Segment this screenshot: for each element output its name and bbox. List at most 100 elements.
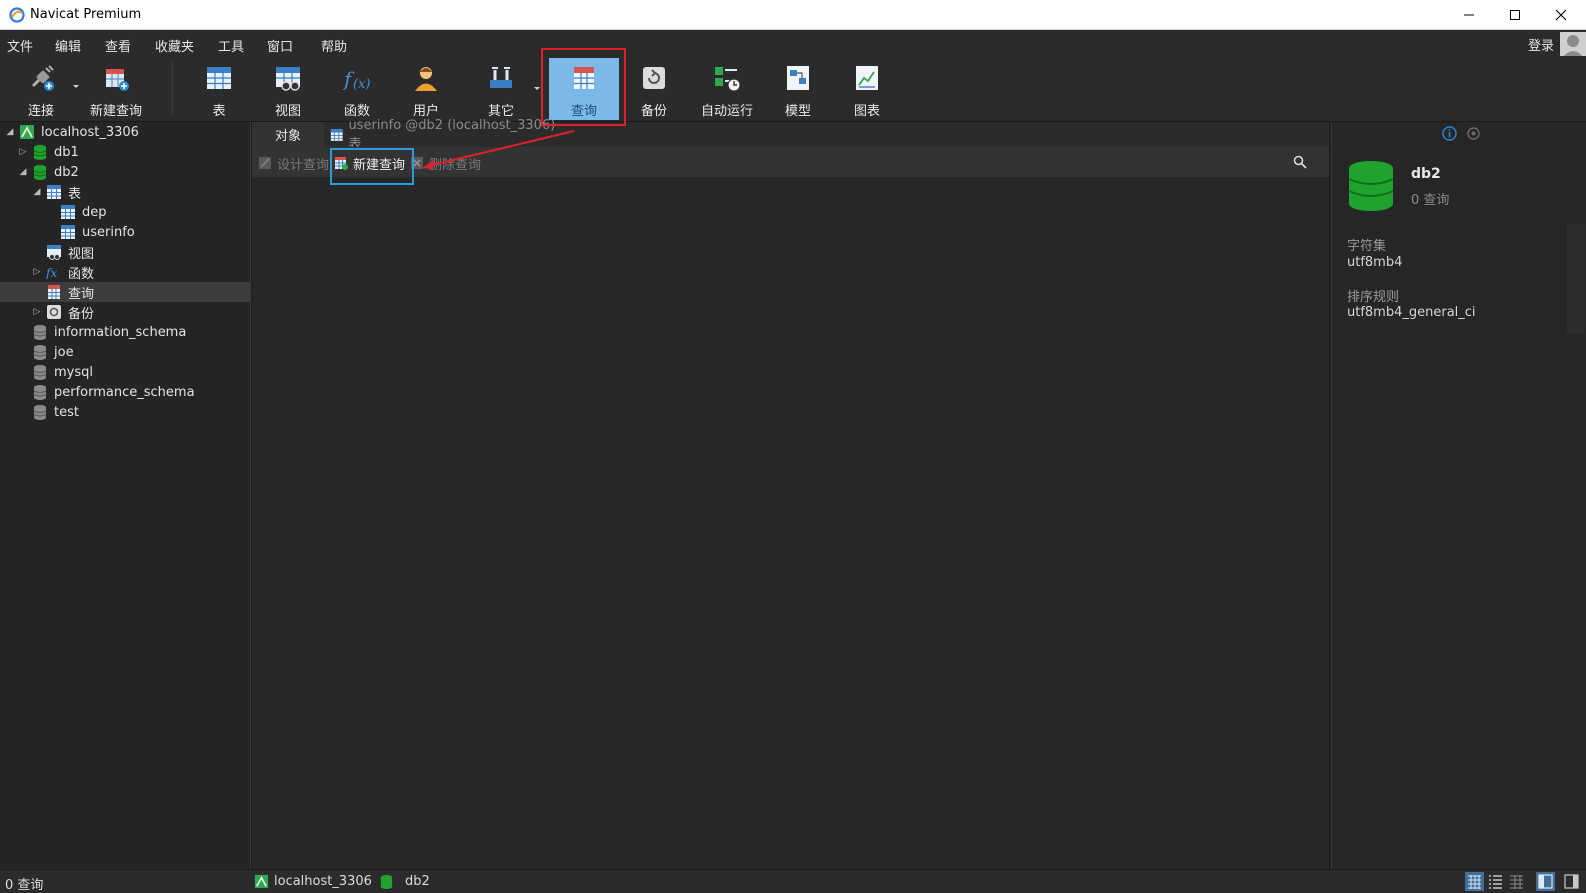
autorun-toolbar-button[interactable]: 自动运行 — [688, 58, 766, 120]
status-bar: 0 查询 localhost_3306 db2 — [0, 869, 1586, 893]
charset-value: utf8mb4 — [1347, 255, 1403, 270]
tree-label: dep — [82, 204, 107, 220]
table-icon — [47, 185, 61, 199]
tree-item-userinfo[interactable]: userinfo — [0, 222, 251, 242]
other-toolbar-label: 其它 — [487, 104, 514, 119]
tree-item-queries[interactable]: 查询 — [0, 282, 251, 302]
tree-item-mysql[interactable]: mysql — [0, 362, 251, 382]
panel-right-icon[interactable] — [1562, 872, 1581, 891]
model-toolbar-button[interactable]: 模型 — [763, 58, 833, 120]
tab-userinfo[interactable]: userinfo @db2 (localhost_3306) - 表 — [324, 118, 572, 152]
login-link[interactable]: 登录 — [1528, 35, 1554, 54]
tree-label: information_schema — [54, 324, 187, 340]
status-count: 0 查询 — [5, 878, 44, 893]
tree-item-functions[interactable]: ▷ fx 函数 — [0, 262, 251, 282]
tree-item-db2[interactable]: ◢ db2 — [0, 162, 251, 182]
window-title: Navicat Premium — [30, 7, 142, 22]
tree-label: userinfo — [82, 224, 135, 240]
svg-text:fx: fx — [46, 266, 57, 280]
expand-arrow-icon[interactable]: ▷ — [32, 267, 42, 277]
function-toolbar-label: 函数 — [343, 104, 370, 119]
info-icon[interactable] — [1442, 126, 1457, 141]
collapse-arrow-icon[interactable]: ◢ — [5, 127, 15, 137]
search-icon[interactable] — [1293, 155, 1307, 169]
collapse-arrow-icon[interactable]: ◢ — [18, 167, 28, 177]
details-panel: db2 0 查询 字符集 utf8mb4 排序规则 utf8mb4_genera… — [1331, 122, 1586, 869]
menu-file[interactable]: 文件 — [7, 36, 33, 55]
avatar[interactable] — [1560, 32, 1586, 58]
table-toolbar-button[interactable]: 表 — [184, 58, 254, 120]
object-toolbar: 设计查询 新建查询 删除查询 — [252, 147, 1329, 178]
menu-window[interactable]: 窗口 — [267, 36, 293, 55]
database-gray-icon — [33, 385, 47, 400]
tree-item-performance-schema[interactable]: performance_schema — [0, 382, 251, 402]
tree-item-dep[interactable]: dep — [0, 202, 251, 222]
status-database: db2 — [405, 874, 430, 889]
toolbar-separator — [172, 60, 173, 116]
menu-tools[interactable]: 工具 — [218, 36, 244, 55]
user-toolbar-label: 用户 — [412, 104, 439, 119]
tree-item-joe[interactable]: joe — [0, 342, 251, 362]
tab-bar: 对象 userinfo @db2 (localhost_3306) - 表 — [252, 118, 1329, 152]
chevron-down-icon[interactable] — [533, 86, 541, 92]
new-query-toolbar-label: 新建查询 — [89, 104, 142, 119]
backup-toolbar-button[interactable]: 备份 — [619, 58, 689, 120]
tree-label: test — [54, 404, 79, 420]
tree-item-db1[interactable]: ▷ db1 — [0, 142, 251, 162]
connect-button[interactable]: 连接 — [6, 58, 76, 120]
close-icon — [1555, 9, 1567, 21]
menu-edit[interactable]: 编辑 — [55, 36, 81, 55]
function-toolbar-button[interactable]: f (x) 函数 — [322, 58, 392, 120]
collapse-arrow-icon[interactable]: ◢ — [32, 187, 42, 197]
maximize-button[interactable] — [1492, 0, 1538, 30]
close-button[interactable] — [1538, 0, 1584, 30]
panel-left-icon[interactable] — [1536, 872, 1555, 891]
database-gray-icon — [33, 325, 47, 340]
chevron-down-icon[interactable] — [72, 84, 80, 90]
delete-query-button[interactable]: 删除查询 — [410, 153, 481, 173]
grid-view-icon[interactable] — [1465, 872, 1484, 891]
collation-value: utf8mb4_general_ci — [1347, 305, 1476, 320]
list-view-icon[interactable] — [1486, 872, 1505, 891]
user-toolbar-button[interactable]: 用户 — [391, 58, 461, 120]
table-icon — [207, 67, 231, 89]
expand-arrow-icon[interactable]: ▷ — [32, 307, 42, 317]
tree-item-backups[interactable]: ▷ 备份 — [0, 302, 251, 322]
database-gray-icon — [33, 365, 47, 380]
maximize-icon — [1510, 10, 1520, 20]
design-query-button[interactable]: 设计查询 — [258, 153, 329, 173]
backup-icon — [47, 305, 61, 319]
new-query-toolbar-button[interactable]: 新建查询 — [81, 58, 151, 120]
server-icon — [254, 874, 269, 889]
menu-view[interactable]: 查看 — [105, 36, 131, 55]
query-toolbar-button[interactable]: 查询 — [549, 58, 619, 120]
minimize-button[interactable] — [1446, 0, 1492, 30]
database-gray-icon — [33, 345, 47, 360]
chart-toolbar-button[interactable]: 图表 — [832, 58, 902, 120]
detail-view-icon[interactable] — [1507, 872, 1526, 891]
details-scrollbar[interactable] — [1567, 224, 1585, 334]
tab-objects-label: 对象 — [274, 129, 301, 144]
tree-item-localhost[interactable]: ◢ localhost_3306 — [0, 122, 251, 142]
tree-label: 表 — [68, 186, 82, 202]
object-panel: 对象 userinfo @db2 (localhost_3306) - 表 设计… — [252, 118, 1329, 869]
tree-item-views[interactable]: 视图 — [0, 242, 251, 262]
menu-help[interactable]: 帮助 — [321, 36, 347, 55]
collation-label: 排序规则 — [1347, 290, 1400, 305]
menu-favorites[interactable]: 收藏夹 — [155, 36, 194, 55]
new-query-button[interactable]: 新建查询 — [334, 153, 405, 173]
tree-item-information-schema[interactable]: information_schema — [0, 322, 251, 342]
backup-toolbar-label: 备份 — [640, 104, 667, 119]
design-query-icon — [259, 157, 271, 169]
view-icon — [47, 245, 61, 260]
tree-item-tables[interactable]: ◢ 表 — [0, 182, 251, 202]
view-toolbar-label: 视图 — [274, 104, 301, 119]
plug-icon — [31, 65, 54, 91]
view-toolbar-button[interactable]: 视图 — [253, 58, 323, 120]
preview-icon[interactable] — [1467, 127, 1480, 140]
tab-objects[interactable]: 对象 — [252, 122, 324, 147]
expand-arrow-icon[interactable]: ▷ — [18, 147, 28, 157]
tree-item-test[interactable]: test — [0, 402, 251, 422]
other-toolbar-button[interactable]: 其它 — [466, 58, 536, 120]
table-icon — [61, 205, 75, 219]
